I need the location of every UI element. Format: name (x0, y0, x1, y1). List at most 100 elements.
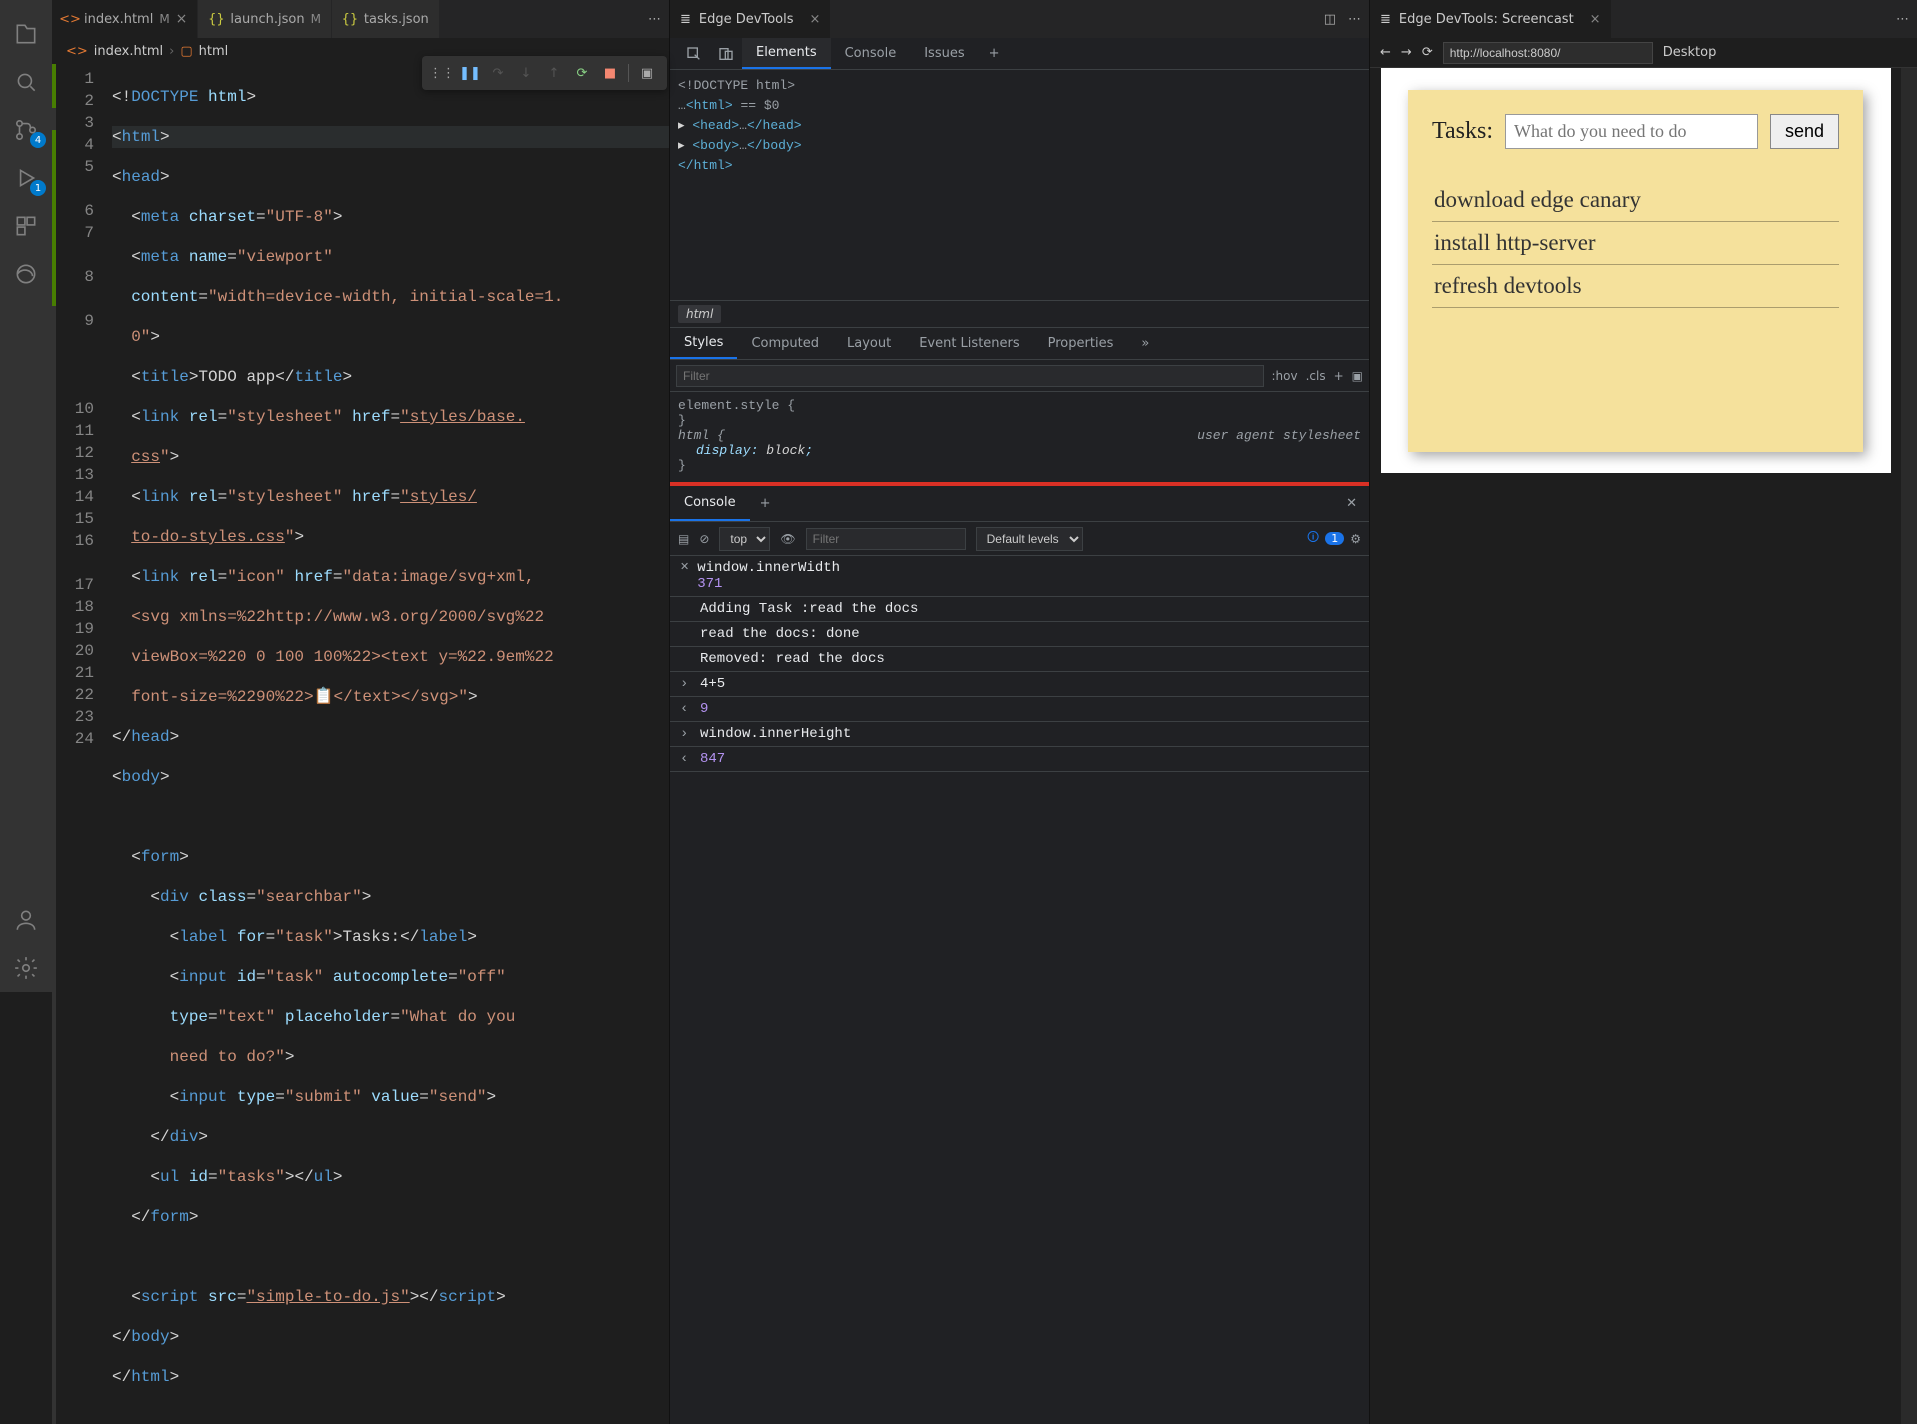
more-actions-icon[interactable]: ⋯ (1896, 12, 1909, 27)
close-icon[interactable]: × (809, 12, 820, 27)
split-editor-icon[interactable]: ◫ (1324, 12, 1336, 27)
more-actions-icon[interactable]: ⋯ (1348, 12, 1361, 27)
styles-rules[interactable]: element.style { } user agent stylesheeth… (670, 392, 1369, 482)
devtools-title: Edge DevTools (699, 12, 794, 27)
editor-content[interactable]: <!DOCTYPE html> <html> <head> <meta char… (112, 64, 669, 1424)
editor-tabs: <> index.html M × {} launch.json M {} ta… (52, 0, 669, 38)
device-mode-label[interactable]: Desktop (1663, 45, 1717, 60)
tab-overflow-icon[interactable]: ⋯ (648, 12, 661, 27)
screencast-toolbar: ← → ⟳ Desktop (1370, 38, 1917, 68)
edge-icon[interactable] (2, 250, 50, 298)
settings-gear-icon[interactable] (2, 944, 50, 992)
close-icon[interactable]: × (176, 11, 188, 27)
tab-index-html[interactable]: <> index.html M × (52, 0, 198, 38)
screencast-pane: ≣ Edge DevTools: Screencast × ⋯ ← → ⟳ De… (1370, 0, 1917, 1424)
screencast-viewport[interactable]: Tasks: send download edge canary install… (1370, 68, 1901, 1424)
properties-tab[interactable]: Properties (1034, 328, 1128, 359)
debug-badge: 1 (30, 180, 46, 196)
debug-step-into-icon[interactable]: ↓ (512, 59, 540, 87)
console-log[interactable]: ✕window.innerWidth371 Adding Task :read … (670, 556, 1369, 1424)
event-listeners-tab[interactable]: Event Listeners (905, 328, 1033, 359)
styles-filter-input[interactable] (676, 365, 1264, 387)
devtools-pane: ≣ Edge DevTools × ◫ ⋯ Elements Console I… (670, 0, 1370, 1424)
run-debug-icon[interactable]: 1 (2, 154, 50, 202)
search-icon[interactable] (2, 58, 50, 106)
screencast-tab[interactable]: ≣ Edge DevTools: Screencast × (1370, 0, 1611, 38)
more-tabs-icon[interactable]: » (1127, 328, 1163, 359)
drawer-close-icon[interactable]: ✕ (1334, 486, 1369, 521)
url-input[interactable] (1443, 42, 1653, 64)
clear-console-icon[interactable]: ⊘ (699, 532, 709, 546)
computed-tab[interactable]: Computed (737, 328, 833, 359)
breadcrumb-symbol: html (199, 44, 229, 59)
console-drawer: Console + ✕ ▤ ⊘ top 👁 Default levels 🛈 1… (670, 482, 1369, 1424)
explorer-icon[interactable] (2, 10, 50, 58)
tab-label: index.html (84, 12, 153, 27)
console-settings-icon[interactable]: ⚙ (1350, 532, 1361, 546)
delete-expression-icon[interactable]: ✕ (680, 560, 689, 574)
list-item[interactable]: download edge canary (1432, 179, 1839, 222)
devtools-titlebar: ≣ Edge DevTools × ◫ ⋯ (670, 0, 1369, 38)
reload-icon[interactable]: ⟳ (1422, 45, 1433, 60)
console-sidebar-toggle-icon[interactable]: ▤ (678, 532, 689, 546)
console-toolbar: ▤ ⊘ top 👁 Default levels 🛈 1 ⚙ (670, 522, 1369, 556)
drawer-add-tab-icon[interactable]: + (750, 486, 781, 521)
tasks-list: download edge canary install http-server… (1432, 179, 1839, 308)
tab-tasks-json[interactable]: {} tasks.json (332, 0, 440, 38)
dom-breadcrumb[interactable]: html (670, 300, 1369, 328)
debug-drag-handle-icon[interactable]: ⋮⋮ (428, 59, 456, 87)
debug-pause-icon[interactable]: ❚❚ (456, 59, 484, 87)
debug-restart-icon[interactable]: ⟳ (568, 59, 596, 87)
breadcrumb-file: index.html (94, 44, 163, 59)
extensions-icon[interactable] (2, 202, 50, 250)
devtools-toolbar: Elements Console Issues + (670, 38, 1369, 70)
tab-label: launch.json (230, 12, 304, 27)
dom-tree[interactable]: <!DOCTYPE html> …<html> == $0 ▸ <head>…<… (670, 70, 1369, 300)
task-input[interactable] (1505, 114, 1758, 149)
layout-tab[interactable]: Layout (833, 328, 905, 359)
tasks-heading: Tasks: (1432, 118, 1493, 145)
json-file-icon: {} (208, 11, 224, 27)
debug-stop-icon[interactable]: ■ (596, 59, 624, 87)
styles-filter-row: :hov .cls + ▣ (670, 360, 1369, 392)
hov-toggle[interactable]: :hov (1272, 369, 1298, 383)
json-file-icon: {} (342, 11, 358, 27)
rendered-page: Tasks: send download edge canary install… (1381, 68, 1891, 473)
forward-icon[interactable]: → (1401, 45, 1412, 60)
new-style-icon[interactable]: + (1334, 369, 1344, 383)
box-model-icon[interactable]: ▣ (1352, 369, 1363, 383)
console-context-select[interactable]: top (719, 527, 770, 551)
send-button[interactable]: send (1770, 114, 1839, 149)
close-icon[interactable]: × (1590, 12, 1601, 27)
back-icon[interactable]: ← (1380, 45, 1391, 60)
styles-tab[interactable]: Styles (670, 328, 737, 359)
add-tab-icon[interactable]: + (979, 46, 1010, 61)
tab-label: tasks.json (364, 12, 429, 27)
debug-open-devtools-icon[interactable]: ▣ (633, 59, 661, 87)
debug-step-out-icon[interactable]: ↑ (540, 59, 568, 87)
list-item[interactable]: install http-server (1432, 222, 1839, 265)
elements-tab[interactable]: Elements (742, 38, 831, 69)
scrollbar[interactable] (1901, 68, 1917, 1424)
inspect-element-icon[interactable] (678, 38, 710, 69)
list-item[interactable]: refresh devtools (1432, 265, 1839, 308)
issues-icon[interactable]: 🛈 (1307, 528, 1319, 549)
screencast-title: Edge DevTools: Screencast (1399, 12, 1574, 27)
code-editor[interactable]: 123 45 67 89 101112 131415 1617 181920 2… (52, 64, 669, 1424)
issues-tab[interactable]: Issues (910, 38, 978, 69)
line-gutter: 123 45 67 89 101112 131415 1617 181920 2… (56, 64, 112, 1424)
cls-toggle[interactable]: .cls (1306, 369, 1326, 383)
tab-launch-json[interactable]: {} launch.json M (198, 0, 332, 38)
log-levels-select[interactable]: Default levels (976, 527, 1083, 551)
console-filter-input[interactable] (806, 528, 966, 550)
console-tab[interactable]: Console (831, 38, 911, 69)
editor-pane: <> index.html M × {} launch.json M {} ta… (52, 0, 670, 1424)
drawer-console-tab[interactable]: Console (670, 486, 750, 521)
source-control-icon[interactable]: 4 (2, 106, 50, 154)
accounts-icon[interactable] (2, 896, 50, 944)
devtools-tab[interactable]: ≣ Edge DevTools × (670, 0, 830, 38)
device-toolbar-icon[interactable] (710, 38, 742, 69)
debug-step-over-icon[interactable]: ↷ (484, 59, 512, 87)
debug-toolbar: ⋮⋮ ❚❚ ↷ ↓ ↑ ⟳ ■ ▣ (422, 56, 667, 90)
live-expressions-icon[interactable]: 👁 (780, 532, 795, 546)
